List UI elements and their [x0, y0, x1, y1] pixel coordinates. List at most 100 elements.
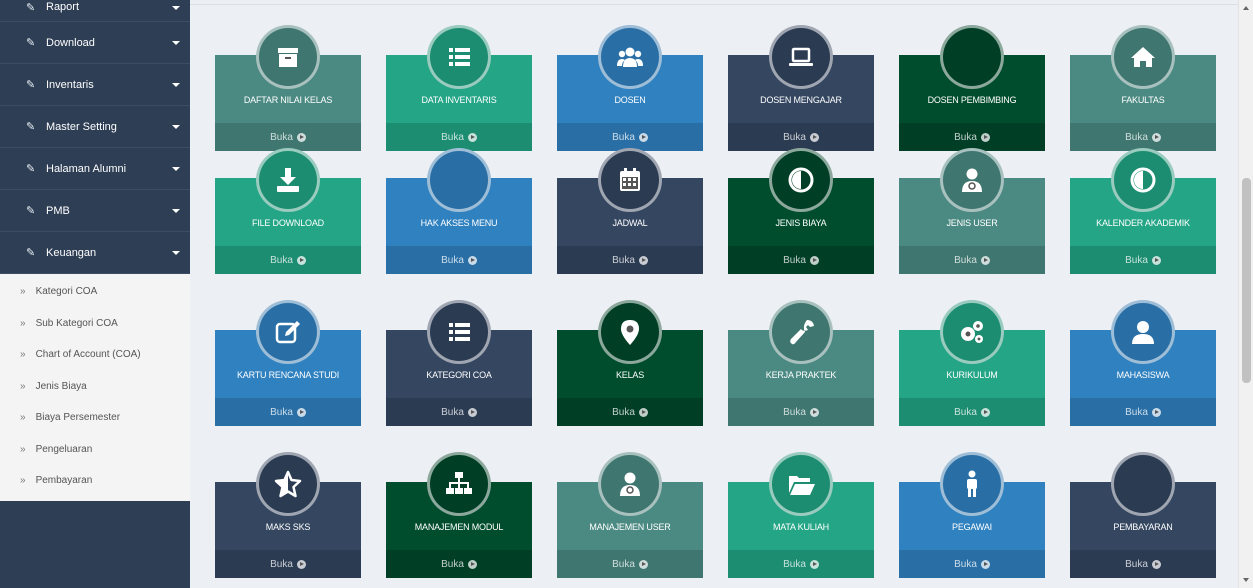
- tile-icon-circle: [598, 148, 662, 212]
- scrollbar-thumb[interactable]: [1242, 178, 1251, 383]
- sidebar-item-label: Halaman Alumni: [46, 162, 127, 175]
- sidebar-item-download[interactable]: ✎ Download: [0, 22, 190, 64]
- sidebar-item-raport[interactable]: ✎ Raport: [0, 0, 190, 22]
- caret-down-icon: [172, 6, 180, 10]
- tile-label: DAFTAR NILAI KELAS: [243, 95, 333, 105]
- tile-icon-circle: [1111, 148, 1175, 212]
- submenu-item-label: Pembayaran: [35, 475, 93, 487]
- tile-icon-circle: [769, 300, 833, 364]
- arrow-circle-right-icon: [467, 559, 477, 569]
- tile-open-link[interactable]: Buka: [728, 550, 874, 578]
- main-content: DAFTAR NILAI KELAS Buka DATA INVENTARIS Buk…: [190, 0, 1238, 588]
- tile-open-link[interactable]: Buka: [557, 246, 703, 274]
- male-icon: [967, 470, 977, 497]
- scroll-down-arrow-icon[interactable]: [1243, 578, 1249, 582]
- tile-open-label: Buka: [1125, 558, 1148, 570]
- submenu-item[interactable]: » Biaya Persemester: [0, 402, 190, 434]
- tile-open-link[interactable]: Buka: [215, 550, 361, 578]
- tile-label: HAK AKSES MENU: [420, 218, 498, 228]
- tile-label: KURIKULUM: [946, 370, 998, 380]
- submenu-item[interactable]: » Sub Kategori COA: [0, 308, 190, 340]
- tile-icon-circle: [598, 300, 662, 364]
- tile-open-label: Buka: [954, 558, 977, 570]
- tile-open-link[interactable]: Buka: [1070, 123, 1216, 151]
- tile-open-label: Buka: [612, 131, 635, 143]
- tile-open-link[interactable]: Buka: [215, 246, 361, 274]
- tile-label: DOSEN PEMBIMBING: [927, 95, 1017, 105]
- download-icon: [277, 168, 299, 192]
- tile-open-label: Buka: [954, 131, 977, 143]
- user-md-icon: [620, 472, 640, 496]
- arrow-circle-right-icon: [980, 559, 990, 569]
- contrast-icon: [788, 167, 814, 193]
- edit-icon: ✎: [26, 37, 36, 49]
- sidebar-item-inventaris[interactable]: ✎ Inventaris: [0, 64, 190, 106]
- tile-icon-circle: [427, 148, 491, 212]
- tile-open-link[interactable]: Buka: [1070, 550, 1216, 578]
- tile-open-link[interactable]: Buka: [899, 246, 1045, 274]
- submenu-item[interactable]: » Pembayaran: [0, 465, 190, 497]
- scrollbar[interactable]: [1238, 0, 1253, 588]
- tile-open-link[interactable]: Buka: [728, 398, 874, 426]
- tile-open-link[interactable]: Buka: [386, 398, 532, 426]
- tile-open-link[interactable]: Buka: [557, 550, 703, 578]
- tile-open-link[interactable]: Buka: [215, 398, 361, 426]
- tile-open-link[interactable]: Buka: [215, 123, 361, 151]
- submenu-item-label: Kategori COA: [35, 286, 98, 298]
- arrow-circle-right-icon: [296, 255, 306, 265]
- sidebar: ✎ Raport ✎ Download ✎ Inventaris ✎ Master Set…: [0, 0, 190, 588]
- tile-open-link[interactable]: Buka: [728, 246, 874, 274]
- tile-open-link[interactable]: Buka: [899, 550, 1045, 578]
- tile-open-link[interactable]: Buka: [728, 123, 874, 151]
- arrow-circle-right-icon: [1151, 132, 1161, 142]
- scroll-up-arrow-icon[interactable]: [1243, 6, 1249, 10]
- tile-label: KELAS: [615, 370, 645, 380]
- users-icon: [617, 47, 643, 67]
- tile-label: KALENDER AKADEMIK: [1096, 218, 1190, 228]
- submenu-item[interactable]: » Jenis Biaya: [0, 371, 190, 403]
- tile-icon-circle: [256, 300, 320, 364]
- archive-icon: [278, 48, 298, 67]
- tile-label: KARTU RENCANA STUDI: [236, 370, 340, 380]
- edit-icon: ✎: [26, 163, 36, 175]
- submenu-item-label: Chart of Account (COA): [35, 349, 141, 361]
- tile-icon-circle: [256, 148, 320, 212]
- tile-open-link[interactable]: Buka: [899, 123, 1045, 151]
- star-half-icon: [274, 470, 302, 498]
- submenu-item-label: Biaya Persemester: [35, 412, 121, 424]
- tile-open-link[interactable]: Buka: [1070, 398, 1216, 426]
- user-md-icon: [962, 168, 982, 192]
- tile-open-label: Buka: [441, 254, 464, 266]
- sidebar-item-label: PMB: [46, 204, 70, 217]
- tile-open-link[interactable]: Buka: [557, 398, 703, 426]
- submenu-item[interactable]: » Pengeluaran: [0, 434, 190, 466]
- tile-open-link[interactable]: Buka: [899, 398, 1045, 426]
- tile-label: MANAJEMEN USER: [589, 522, 671, 532]
- arrow-circle-right-icon: [1151, 559, 1161, 569]
- tile-open-label: Buka: [1125, 254, 1148, 266]
- user-icon: [1132, 321, 1154, 344]
- arrow-circle-right-icon: [638, 255, 648, 265]
- submenu-item-label: Sub Kategori COA: [35, 317, 118, 329]
- tile-open-link[interactable]: Buka: [386, 550, 532, 578]
- submenu-item[interactable]: » Kategori COA: [0, 276, 190, 308]
- tile-open-label: Buka: [1125, 131, 1148, 143]
- laptop-icon: [789, 47, 813, 66]
- caret-down-icon: [172, 250, 180, 255]
- tile-open-link[interactable]: Buka: [386, 246, 532, 274]
- tile-label: PEGAWAI: [952, 522, 992, 532]
- arrow-circle-right-icon: [980, 407, 990, 417]
- sidebar-item-halaman-alumni[interactable]: ✎ Halaman Alumni: [0, 148, 190, 190]
- edit-icon: ✎: [26, 205, 36, 217]
- sidebar-item-master-setting[interactable]: ✎ Master Setting: [0, 106, 190, 148]
- tile-open-link[interactable]: Buka: [386, 123, 532, 151]
- tile-open-link[interactable]: Buka: [1070, 246, 1216, 274]
- sidebar-item-keuangan[interactable]: ✎ Keuangan: [0, 232, 190, 274]
- tile-icon-circle: [940, 25, 1004, 89]
- tile-label: MAHASISWA: [1116, 370, 1170, 380]
- sidebar-item-pmb[interactable]: ✎ PMB: [0, 190, 190, 232]
- arrow-circle-right-icon: [1151, 407, 1161, 417]
- submenu-item-label: Pengeluaran: [35, 443, 93, 455]
- tile-open-link[interactable]: Buka: [557, 123, 703, 151]
- submenu-item[interactable]: » Chart of Account (COA): [0, 339, 190, 371]
